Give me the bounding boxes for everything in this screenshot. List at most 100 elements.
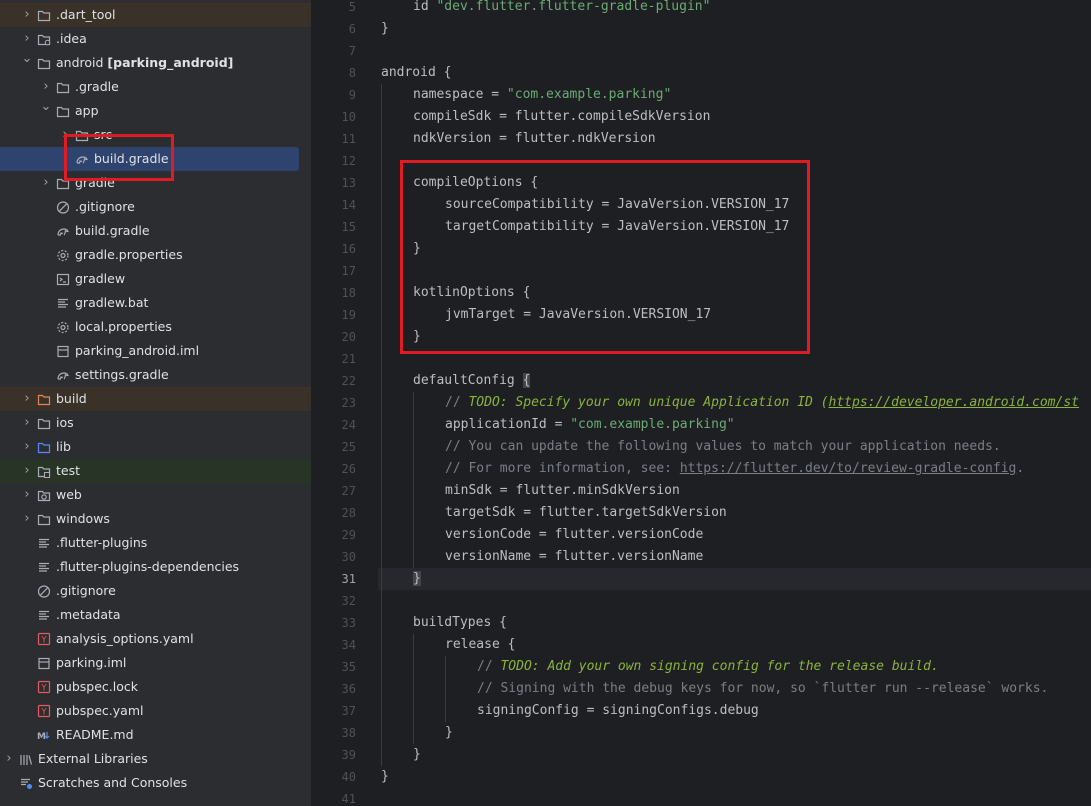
tree-item-windows[interactable]: › windows xyxy=(0,507,311,531)
chevron-right-icon[interactable]: › xyxy=(21,3,33,27)
tree-item-name: .flutter-plugins-dependencies xyxy=(56,559,240,574)
chevron-right-icon[interactable]: › xyxy=(40,75,52,99)
line-number: 9 xyxy=(348,88,356,102)
code-editor[interactable]: 5 6 7 8 9 10 11 12 13 14 15 16 17 18 19 20 21 22 23 24 25 26 2… xyxy=(312,0,1091,806)
code-line[interactable]: targetSdk = flutter.targetSdkVersion xyxy=(445,502,727,524)
chevron-right-icon[interactable]: › xyxy=(21,483,33,507)
code-line[interactable]: // Signing with the debug keys for now, … xyxy=(477,678,1048,700)
code-line[interactable]: } xyxy=(413,568,421,590)
tree-item-label: gradlew.bat xyxy=(75,291,148,315)
code-token: TODO: Add your own signing config for th… xyxy=(500,659,939,674)
chevron-right-icon[interactable]: › xyxy=(21,435,33,459)
chevron-right-icon[interactable]: › xyxy=(21,507,33,531)
module-file-icon xyxy=(38,657,50,670)
code-line[interactable]: android { xyxy=(381,62,451,84)
tree-item-app[interactable]: ⌄ app xyxy=(0,99,311,123)
tree-item-lib[interactable]: › lib xyxy=(0,435,311,459)
tree-item-readme-md[interactable]: M README.md xyxy=(0,723,311,747)
code-line[interactable]: } xyxy=(381,18,389,40)
code-line[interactable]: ndkVersion = flutter.ndkVersion xyxy=(413,128,656,150)
chevron-right-icon[interactable]: › xyxy=(3,747,15,771)
tree-item-label: .gitignore xyxy=(56,579,116,603)
tree-item-name: local.properties xyxy=(75,319,172,334)
code-line[interactable]: applicationId = "com.example.parking" xyxy=(445,414,735,436)
code-token: "dev.flutter.flutter-gradle-plugin" xyxy=(436,0,711,14)
tree-item-test[interactable]: › test xyxy=(0,459,311,483)
indent-guide xyxy=(445,656,446,722)
tree-item-settings-gradle[interactable]: settings.gradle xyxy=(0,363,311,387)
code-token: } xyxy=(381,21,389,36)
tree-item-name: windows xyxy=(56,511,110,526)
code-line[interactable]: buildTypes { xyxy=(413,612,507,634)
code-token: TODO: Specify your own unique Applicatio… xyxy=(468,395,829,410)
tree-item-build[interactable]: › build xyxy=(0,387,311,411)
code-token: . xyxy=(1016,461,1025,476)
tree-item-gradlew-bat[interactable]: gradlew.bat xyxy=(0,291,311,315)
svg-text:Y: Y xyxy=(40,636,47,646)
code-line[interactable]: signingConfig = signingConfigs.debug xyxy=(477,700,759,722)
tree-item-analysis-options-yaml[interactable]: Yanalysis_options.yaml xyxy=(0,627,311,651)
tree-item-gradlew[interactable]: gradlew xyxy=(0,267,311,291)
tree-item-dart-tool[interactable]: › .dart_tool xyxy=(0,3,311,27)
tree-item-android[interactable]: ⌄ android [parking_android] xyxy=(0,51,311,75)
line-number: 32 xyxy=(341,594,356,608)
code-line[interactable]: compileSdk = flutter.compileSdkVersion xyxy=(413,106,710,128)
line-number: 28 xyxy=(341,506,356,520)
line-number: 11 xyxy=(341,132,356,146)
code-line[interactable]: // TODO: Specify your own unique Applica… xyxy=(445,392,1079,414)
code-line[interactable]: // You can update the following values t… xyxy=(445,436,1001,458)
tree-item-gradle-properties[interactable]: gradle.properties xyxy=(0,243,311,267)
code-line[interactable]: minSdk = flutter.minSdkVersion xyxy=(445,480,680,502)
code-line[interactable]: } xyxy=(381,766,389,788)
code-line[interactable]: versionCode = flutter.versionCode xyxy=(445,524,703,546)
tree-item-label: gradlew xyxy=(75,267,125,291)
folder-icon xyxy=(37,418,51,430)
tree-item-label: .gitignore xyxy=(75,195,135,219)
tree-item-metadata[interactable]: .metadata xyxy=(0,603,311,627)
chevron-down-icon[interactable]: ⌄ xyxy=(40,99,52,123)
yaml-icon: Y xyxy=(37,704,51,718)
tree-item-name: .metadata xyxy=(56,607,121,622)
tree-item-external-libraries[interactable]: › External Libraries xyxy=(0,747,311,771)
tree-item-pubspec-yaml[interactable]: Ypubspec.yaml xyxy=(0,699,311,723)
tree-item-gitignore[interactable]: .gitignore xyxy=(0,195,311,219)
tree-item-name: build.gradle xyxy=(75,223,150,238)
tree-item-local-properties[interactable]: local.properties xyxy=(0,315,311,339)
folder-icon xyxy=(56,106,70,118)
tree-item-flutter-plugins[interactable]: .flutter-plugins xyxy=(0,531,311,555)
code-line[interactable]: // For more information, see: https://fl… xyxy=(445,458,1024,480)
chevron-right-icon[interactable]: › xyxy=(21,411,33,435)
tree-item-parking-android-iml[interactable]: parking_android.iml xyxy=(0,339,311,363)
tree-item-web[interactable]: › web xyxy=(0,483,311,507)
tree-item-pubspec-lock[interactable]: Ypubspec.lock xyxy=(0,675,311,699)
chevron-right-icon[interactable]: › xyxy=(21,27,33,51)
code-line[interactable]: // TODO: Add your own signing config for… xyxy=(477,656,939,678)
chevron-right-icon[interactable]: › xyxy=(21,387,33,411)
code-line[interactable]: versionName = flutter.versionName xyxy=(445,546,703,568)
tree-item-gradle[interactable]: › .gradle xyxy=(0,75,311,99)
tree-item-scratches-and-consoles[interactable]: Scratches and Consoles xyxy=(0,771,311,795)
tree-item-flutter-plugins-dependencies[interactable]: .flutter-plugins-dependencies xyxy=(0,555,311,579)
code-token: buildTypes { xyxy=(413,615,507,630)
code-line[interactable]: } xyxy=(445,722,453,744)
code-token: ndkVersion = flutter.ndkVersion xyxy=(413,131,656,146)
tree-item-build-gradle[interactable]: build.gradle xyxy=(0,219,311,243)
folder-source-icon xyxy=(37,442,51,454)
text-file-icon xyxy=(58,298,68,308)
tree-item-gitignore[interactable]: .gitignore xyxy=(0,579,311,603)
code-line[interactable]: namespace = "com.example.parking" xyxy=(413,84,671,106)
code-line[interactable]: defaultConfig { xyxy=(413,370,531,392)
tree-item-ios[interactable]: › ios xyxy=(0,411,311,435)
code-token: } xyxy=(413,747,421,762)
line-number: 33 xyxy=(341,616,356,630)
chevron-right-icon[interactable]: › xyxy=(40,171,52,195)
code-line[interactable]: release { xyxy=(445,634,515,656)
tree-item-parking-iml[interactable]: parking.iml xyxy=(0,651,311,675)
chevron-down-icon[interactable]: ⌄ xyxy=(21,51,33,75)
tree-item-label: build xyxy=(56,387,87,411)
code-line[interactable]: } xyxy=(413,744,421,766)
line-number: 12 xyxy=(341,154,356,168)
chevron-right-icon[interactable]: › xyxy=(21,459,33,483)
tree-item-idea[interactable]: › .idea xyxy=(0,27,311,51)
code-line[interactable]: id "dev.flutter.flutter-gradle-plugin" xyxy=(413,0,710,18)
